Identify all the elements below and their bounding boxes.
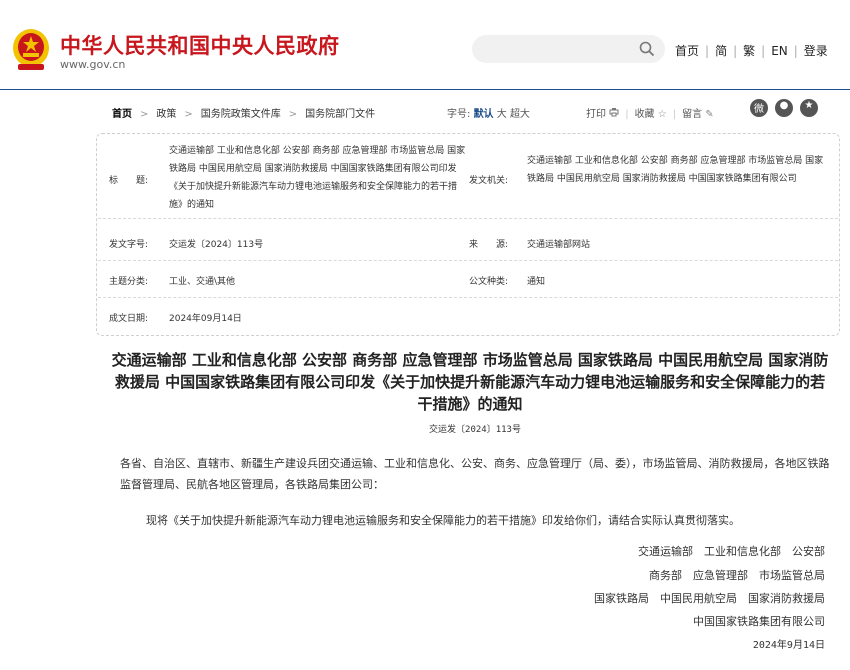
wechat-icon[interactable]: ●: [775, 99, 793, 117]
source-value: 交通运输部网站: [527, 240, 591, 250]
row-divider: [98, 297, 838, 298]
search-icon[interactable]: [639, 41, 655, 57]
font-size-large[interactable]: 大: [497, 109, 507, 120]
doc-number-value: 交运发〔2024〕113号: [169, 240, 264, 250]
nav-login[interactable]: 登录: [804, 44, 828, 58]
font-size-selector: 字号: 默认 大 超大: [447, 105, 530, 120]
signature-line: 国家铁路局 中国民用航空局 国家消防救援局: [594, 592, 825, 605]
header-divider: [0, 89, 850, 90]
document-addressee: 各省、自治区、直辖市、新疆生产建设兵团交通运输、工业和信息化、公安、商务、应急管…: [120, 457, 830, 491]
star-icon: ☆: [657, 109, 667, 120]
document-number: 交运发〔2024〕113号: [429, 425, 521, 435]
site-url[interactable]: www.gov.cn: [60, 58, 125, 71]
site-title[interactable]: 中华人民共和国中央人民政府: [60, 30, 340, 60]
comment-label: 留言: [682, 109, 703, 120]
category-label: 主题分类:: [109, 277, 149, 287]
nav-home[interactable]: 首页: [675, 44, 699, 58]
document-date: 2024年9月14日: [752, 640, 825, 651]
document-body: 现将《关于加快提升新能源汽车动力锂电池运输服务和安全保障能力的若干措施》印发给你…: [146, 514, 740, 527]
breadcrumb: 首页 > 政策 > 国务院政策文件库 > 国务院部门文件: [112, 109, 376, 120]
row-divider: [98, 260, 838, 261]
comment-button[interactable]: 留言 ✎: [682, 109, 714, 120]
issuer-label: 发文机关:: [469, 176, 509, 186]
breadcrumb-policy[interactable]: 政策: [156, 109, 176, 120]
breadcrumb-bar: 首页 > 政策 > 国务院政策文件库 > 国务院部门文件 字号: 默认 大 超大 打印 | 收…: [112, 99, 832, 121]
nav-traditional[interactable]: 繁: [743, 44, 755, 58]
breadcrumb-home[interactable]: 首页: [112, 109, 132, 120]
favorite-label: 收藏: [634, 109, 655, 120]
title-label: 标 题:: [109, 176, 149, 186]
font-size-xlarge[interactable]: 超大: [510, 109, 530, 120]
top-nav: 首页 | 简 | 繁 | EN | 登录: [675, 44, 828, 58]
document-info-table: 标 题: 交通运输部 工业和信息化部 公安部 商务部 应急管理部 市场监管总局 …: [96, 133, 840, 336]
search-input[interactable]: [472, 35, 665, 63]
share-icons: 微 ● ★: [750, 99, 825, 117]
date-value: 2024年09月14日: [169, 314, 242, 324]
signature-line: 交通运输部 工业和信息化部 公安部: [638, 545, 825, 558]
document-title: 交通运输部 工业和信息化部 公安部 商务部 应急管理部 市场监管总局 国家铁路局…: [111, 351, 829, 413]
print-button[interactable]: 打印: [586, 108, 619, 120]
nav-simplified[interactable]: 简: [715, 44, 727, 58]
issuer-value: 交通运输部 工业和信息化部 公安部 商务部 应急管理部 市场监管总局 国家铁路局…: [527, 156, 824, 184]
doc-number-label: 发文字号:: [109, 240, 149, 250]
signature-line: 商务部 应急管理部 市场监管总局: [649, 569, 825, 582]
national-emblem-icon[interactable]: [12, 28, 50, 72]
row-divider: [98, 218, 838, 219]
category-value: 工业、交通\其他: [169, 277, 236, 287]
type-label: 公文种类:: [469, 277, 509, 287]
qzone-icon[interactable]: ★: [800, 99, 818, 117]
page-tools: 打印 | 收藏 ☆ | 留言 ✎: [586, 108, 714, 120]
favorite-button[interactable]: 收藏 ☆: [635, 109, 667, 120]
print-label: 打印: [586, 109, 606, 120]
type-value: 通知: [527, 277, 546, 287]
title-value: 交通运输部 工业和信息化部 公安部 商务部 应急管理部 市场监管总局 国家铁路局…: [169, 146, 466, 210]
weibo-icon[interactable]: 微: [750, 99, 768, 117]
source-label: 来 源:: [469, 240, 509, 250]
nav-english[interactable]: EN: [771, 44, 788, 58]
pencil-icon: ✎: [705, 109, 714, 120]
breadcrumb-dept-docs[interactable]: 国务院部门文件: [305, 109, 375, 120]
font-size-label: 字号:: [447, 109, 471, 120]
site-header: 中华人民共和国中央人民政府 www.gov.cn 首页 | 简 | 繁 | EN | 登录: [0, 0, 850, 90]
date-label: 成文日期:: [109, 314, 149, 324]
signature-line: 中国国家铁路集团有限公司: [693, 615, 825, 628]
print-icon: [609, 108, 619, 117]
breadcrumb-policy-library[interactable]: 国务院政策文件库: [201, 109, 281, 120]
font-size-default[interactable]: 默认: [474, 109, 494, 120]
